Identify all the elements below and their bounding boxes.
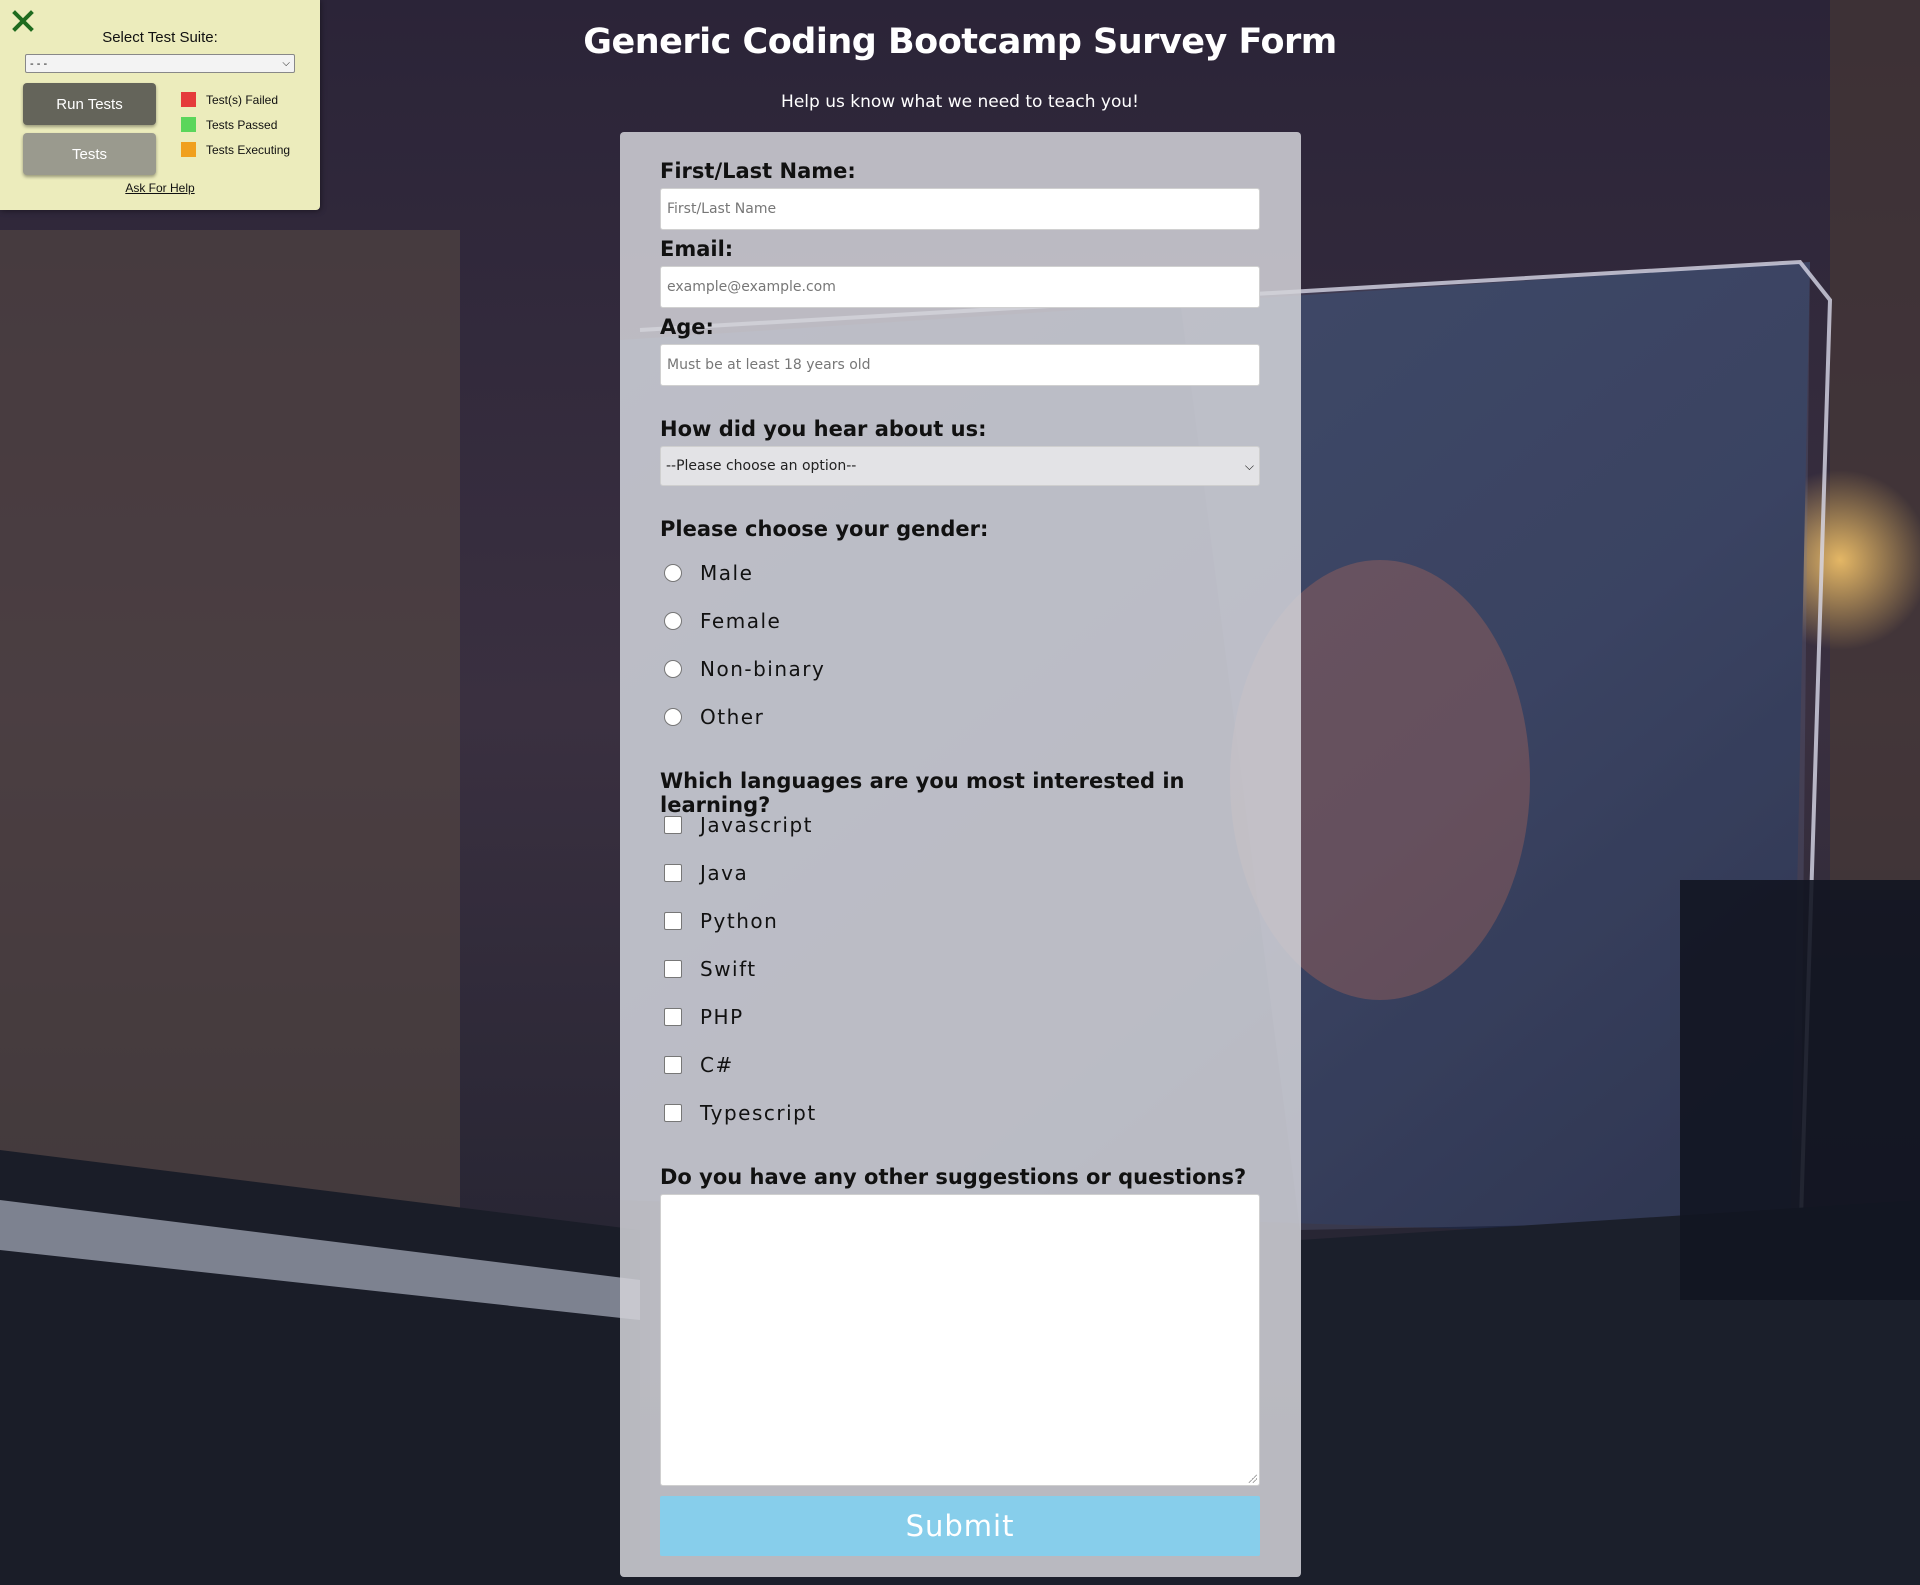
test-suite-panel: Select Test Suite: - - - ⌵ Run Tests Tes… [0,0,320,210]
checkbox[interactable] [664,1008,682,1026]
passed-swatch-icon [181,117,196,132]
suite-select[interactable]: - - - ⌵ [25,54,295,73]
legend-label: Test(s) Failed [206,92,279,107]
referral-label: How did you hear about us: [660,417,987,441]
language-option-csharp[interactable]: C# [664,1050,734,1080]
gender-option-male[interactable]: Male [664,558,753,588]
run-tests-button[interactable]: Run Tests [23,83,156,125]
gender-option-label: Male [700,561,754,585]
radio-button[interactable] [664,708,682,726]
suggestions-label: Do you have any other suggestions or que… [660,1165,1247,1189]
checkbox[interactable] [664,816,682,834]
checkbox[interactable] [664,1104,682,1122]
checkbox[interactable] [664,1056,682,1074]
suite-label: Select Test Suite: [102,29,218,46]
age-input[interactable] [660,344,1260,386]
referral-select[interactable]: --Please choose an option-- ⌵ [660,446,1260,486]
language-option-label: Typescript [700,1101,817,1125]
legend-label: Tests Executing [206,142,291,157]
gender-option-female[interactable]: Female [664,606,781,636]
name-input[interactable] [660,188,1260,230]
language-option-label: PHP [700,1005,744,1029]
gender-option-non-binary[interactable]: Non-binary [664,654,825,684]
failed-swatch-icon [181,92,196,107]
language-option-typescript[interactable]: Typescript [664,1098,817,1128]
language-option-javascript[interactable]: Javascript [664,810,813,840]
language-option-label: Javascript [700,813,813,837]
language-option-label: Swift [700,957,757,981]
gender-option-other[interactable]: Other [664,702,764,732]
executing-swatch-icon [181,142,196,157]
submit-button[interactable]: Submit [660,1496,1260,1556]
legend-label: Tests Passed [206,117,278,132]
gender-option-label: Other [700,705,765,729]
language-option-python[interactable]: Python [664,906,778,936]
radio-button[interactable] [664,612,682,630]
language-option-label: Java [700,861,749,885]
email-input[interactable] [660,266,1260,308]
language-option-java[interactable]: Java [664,858,748,888]
name-label: First/Last Name: [660,159,856,183]
gender-label: Please choose your gender: [660,517,989,541]
checkbox[interactable] [664,864,682,882]
gender-option-label: Non-binary [700,657,826,681]
radio-button[interactable] [664,660,682,678]
email-label: Email: [660,237,734,261]
checkbox[interactable] [664,960,682,978]
chevron-down-icon: ⌵ [1244,458,1254,473]
suite-select-value: - - - [30,57,48,70]
language-option-label: Python [700,909,779,933]
gender-option-label: Female [700,609,782,633]
survey-form: First/Last Name: Email: Age: How did you… [620,132,1301,1577]
radio-button[interactable] [664,564,682,582]
legend-executing: Tests Executing [181,142,290,157]
resize-handle-icon[interactable] [1247,1473,1257,1483]
ask-for-help-link[interactable]: Ask For Help [0,181,320,195]
legend-failed: Test(s) Failed [181,92,278,107]
referral-select-value: --Please choose an option-- [666,458,857,474]
legend-passed: Tests Passed [181,117,277,132]
chevron-down-icon: ⌵ [282,58,290,69]
checkbox[interactable] [664,912,682,930]
language-option-php[interactable]: PHP [664,1002,744,1032]
language-option-label: C# [700,1053,734,1077]
suggestions-textarea[interactable] [660,1194,1260,1486]
tests-button[interactable]: Tests [23,133,156,175]
language-option-swift[interactable]: Swift [664,954,757,984]
age-label: Age: [660,315,714,339]
